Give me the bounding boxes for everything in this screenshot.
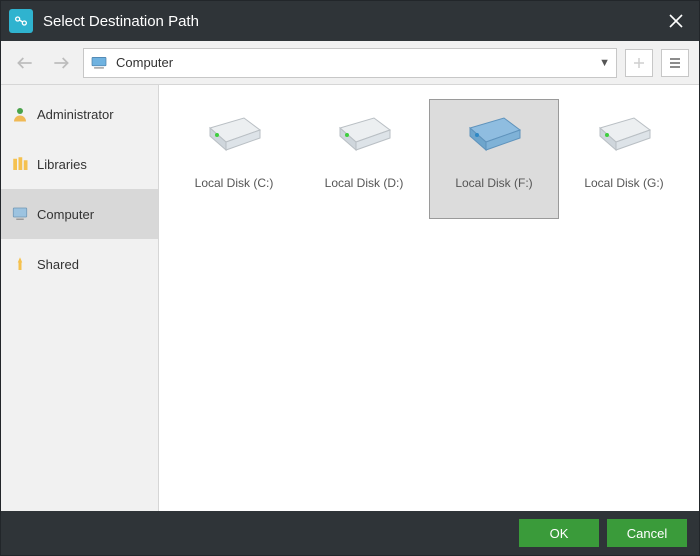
footer: OK Cancel <box>1 511 699 555</box>
select-destination-window: Select Destination Path <box>0 0 700 556</box>
nav-forward-button[interactable] <box>47 49 75 77</box>
disk-icon <box>204 110 264 158</box>
computer-icon <box>90 56 108 70</box>
close-icon <box>669 14 683 28</box>
drive-item-g[interactable]: Local Disk (G:) <box>559 99 689 219</box>
close-button[interactable] <box>653 1 699 41</box>
libraries-icon <box>11 155 29 173</box>
sidebar-item-shared[interactable]: Shared <box>1 239 158 289</box>
content-area: Local Disk (C:) Local Disk (D:) <box>159 85 699 511</box>
ok-button[interactable]: OK <box>519 519 599 547</box>
user-icon <box>11 105 29 123</box>
disk-icon <box>594 110 654 158</box>
arrow-right-icon <box>51 53 71 73</box>
sidebar-item-libraries[interactable]: Libraries <box>1 139 158 189</box>
sidebar-item-administrator[interactable]: Administrator <box>1 89 158 139</box>
drive-item-d[interactable]: Local Disk (D:) <box>299 99 429 219</box>
drive-label: Local Disk (G:) <box>584 176 663 190</box>
window-title: Select Destination Path <box>43 13 199 30</box>
sidebar-item-label: Administrator <box>37 107 114 122</box>
toolbar: Computer ▼ <box>1 41 699 85</box>
drive-item-f[interactable]: Local Disk (F:) <box>429 99 559 219</box>
nav-back-button[interactable] <box>11 49 39 77</box>
drive-item-c[interactable]: Local Disk (C:) <box>169 99 299 219</box>
plus-icon <box>632 56 646 70</box>
disk-icon <box>334 110 394 158</box>
path-dropdown-icon[interactable]: ▼ <box>599 57 610 69</box>
drive-label: Local Disk (D:) <box>325 176 404 190</box>
drive-label: Local Disk (C:) <box>195 176 274 190</box>
computer-icon <box>11 205 29 223</box>
shared-icon <box>11 255 29 273</box>
titlebar: Select Destination Path <box>1 1 699 41</box>
list-view-icon <box>668 56 682 70</box>
sidebar-item-computer[interactable]: Computer <box>1 189 158 239</box>
app-glyph-icon <box>13 13 29 29</box>
arrow-left-icon <box>15 53 35 73</box>
path-label: Computer <box>116 55 173 70</box>
sidebar-item-label: Computer <box>37 207 94 222</box>
new-folder-button[interactable] <box>625 49 653 77</box>
drive-label: Local Disk (F:) <box>455 176 532 190</box>
view-list-button[interactable] <box>661 49 689 77</box>
sidebar-item-label: Libraries <box>37 157 87 172</box>
path-box[interactable]: Computer ▼ <box>83 48 617 78</box>
sidebar-item-label: Shared <box>37 257 79 272</box>
main-area: Administrator Libraries <box>1 85 699 511</box>
app-icon <box>9 9 33 33</box>
sidebar: Administrator Libraries <box>1 85 159 511</box>
cancel-button[interactable]: Cancel <box>607 519 687 547</box>
disk-icon <box>464 110 524 158</box>
